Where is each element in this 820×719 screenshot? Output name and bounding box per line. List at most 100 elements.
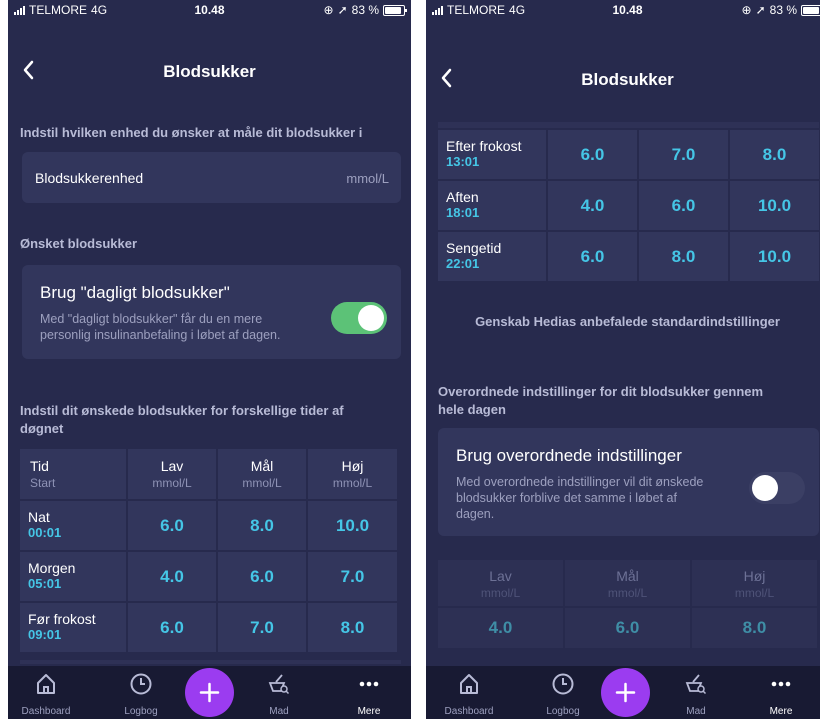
toggle-knob (752, 475, 778, 501)
high-value: 10.0 (335, 516, 370, 535)
table-row: Sengetid 22:01 6.0 8.0 10.0 (438, 232, 819, 281)
row-label-cell: Før frokost 09:01 (20, 603, 126, 652)
row-label-cell: Morgen 05:01 (20, 552, 126, 601)
tab-label: Dashboard (21, 706, 71, 717)
overall-settings-toggle[interactable] (749, 472, 805, 504)
desired-section-label: Ønsket blodsukker (20, 236, 138, 251)
daily-toggle-description-2: personlig insulinanbefaling i løbet af d… (40, 328, 281, 342)
scroll-edge (438, 122, 819, 128)
bloodsugar-times-table: Tid Start Lav mmol/L Mål mmol/L Høj mmol/L N… (20, 449, 401, 654)
clock-icon (130, 673, 152, 695)
unit-setting-label: Blodsukkerenhed (35, 170, 144, 186)
battery-percent: 83 % (351, 3, 379, 17)
reset-defaults-button[interactable]: Genskab Hedias anbefalede standardindsti… (426, 314, 820, 329)
unit-setting-row[interactable]: Blodsukkerenhed mmol/L (22, 152, 401, 203)
low-value: 6.0 (160, 618, 184, 637)
target-value: 7.0 (671, 145, 696, 164)
low-cell[interactable]: 4.0 (128, 552, 216, 601)
daily-bloodsugar-toggle[interactable] (331, 302, 387, 334)
target-cell[interactable]: 7.0 (639, 130, 728, 179)
add-button[interactable] (185, 668, 234, 717)
header-cell-time: Tid Start (20, 449, 126, 499)
tab-mere[interactable]: Mere (334, 666, 404, 719)
high-cell[interactable]: 8.0 (308, 603, 397, 652)
header-sub: mmol/L (332, 476, 373, 490)
screen-right: TELMORE 4G 10.48 ⊕ ➚ 83 % Blodsukker Eft… (426, 0, 820, 719)
row-time: 22:01 (446, 256, 480, 271)
clock-icon (552, 673, 574, 695)
nav-bar: Blodsukker (8, 52, 411, 92)
nav-bar: Blodsukker (426, 60, 820, 100)
header-cell-high: Høj mmol/L (308, 449, 397, 499)
target-cell[interactable]: 8.0 (639, 232, 728, 281)
low-cell[interactable]: 6.0 (548, 130, 637, 179)
high-value: 7.0 (340, 567, 365, 586)
table-row: Morgen 05:01 4.0 6.0 7.0 (20, 552, 401, 601)
high-cell[interactable]: 8.0 (730, 130, 819, 179)
tab-label: Logbog (546, 706, 580, 717)
overall-values-row: 4.0 6.0 8.0 (438, 608, 819, 648)
row-name: Aften (446, 189, 479, 205)
target-cell[interactable]: 8.0 (218, 501, 306, 550)
header-sub: mmol/L (242, 476, 282, 490)
header-title: Høj (743, 568, 766, 584)
high-value: 10.0 (757, 247, 792, 266)
target-cell[interactable]: 6.0 (639, 181, 728, 230)
tab-mad[interactable]: Mad (244, 666, 314, 719)
battery-icon (383, 4, 407, 16)
row-time: 05:01 (28, 576, 62, 591)
row-name: Før frokost (28, 611, 96, 627)
add-button[interactable] (601, 668, 650, 717)
tab-dashboard[interactable]: Dashboard (11, 666, 81, 719)
status-right: ⊕ ➚ 83 % (742, 3, 820, 17)
high-cell[interactable]: 7.0 (308, 552, 397, 601)
overall-high-cell: 8.0 (692, 608, 817, 648)
row-label-cell: Sengetid 22:01 (438, 232, 546, 281)
low-cell[interactable]: 6.0 (548, 232, 637, 281)
toggle-knob (358, 305, 384, 331)
low-cell[interactable]: 6.0 (128, 501, 216, 550)
battery-icon (801, 4, 820, 16)
high-cell[interactable]: 10.0 (730, 181, 819, 230)
overall-header-high: Høj mmol/L (692, 560, 817, 606)
row-name: Nat (28, 509, 50, 525)
target-cell[interactable]: 6.0 (218, 552, 306, 601)
table-row: Nat 00:01 6.0 8.0 10.0 (20, 501, 401, 550)
tab-label: Mere (769, 706, 793, 717)
battery-percent: 83 % (769, 3, 797, 17)
header-title: Høj (341, 458, 364, 474)
daily-toggle-title: Brug "dagligt blodsukker" (40, 283, 230, 302)
overall-toggle-description-3: dagen. (456, 507, 495, 521)
tab-label: Mad (686, 706, 706, 717)
overall-header-target: Mål mmol/L (565, 560, 690, 606)
lock-rotation-icon: ⊕ (741, 3, 752, 17)
tab-dashboard[interactable]: Dashboard (434, 666, 504, 719)
row-name: Morgen (28, 560, 76, 576)
home-icon (460, 674, 478, 694)
overall-header-row: Lav mmol/L Mål mmol/L Høj mmol/L (438, 560, 819, 606)
low-value: 4.0 (580, 196, 605, 215)
overall-section-label-1: Overordnede indstillinger for dit blodsu… (438, 384, 764, 399)
high-cell[interactable]: 10.0 (730, 232, 819, 281)
times-section-label-2: døgnet (20, 421, 64, 436)
more-dots-icon (359, 681, 379, 687)
header-cell-low: Lav mmol/L (128, 449, 216, 499)
low-cell[interactable]: 6.0 (128, 603, 216, 652)
overall-settings-card: Brug overordnede indstillinger Med overo… (438, 428, 819, 536)
tab-mad[interactable]: Mad (661, 666, 731, 719)
tab-logbog[interactable]: Logbog (528, 666, 598, 719)
row-time: 00:01 (28, 525, 62, 540)
bloodsugar-times-table: Efter frokost 13:01 6.0 7.0 8.0 Aften 18:0… (438, 130, 819, 283)
screen-left: TELMORE 4G 10.48 ⊕ ➚ 83 % Blodsukker Ind… (8, 0, 411, 719)
high-cell[interactable]: 10.0 (308, 501, 397, 550)
tab-logbog[interactable]: Logbog (106, 666, 176, 719)
header-title: Lav (489, 568, 512, 584)
overall-low-value: 4.0 (488, 618, 513, 637)
target-cell[interactable]: 7.0 (218, 603, 306, 652)
header-sub: Start (30, 476, 56, 490)
status-bar: TELMORE 4G 10.48 ⊕ ➚ 83 % (426, 0, 820, 20)
header-sub: mmol/L (607, 586, 648, 600)
food-search-icon (268, 674, 290, 695)
tab-mere[interactable]: Mere (746, 666, 816, 719)
low-cell[interactable]: 4.0 (548, 181, 637, 230)
